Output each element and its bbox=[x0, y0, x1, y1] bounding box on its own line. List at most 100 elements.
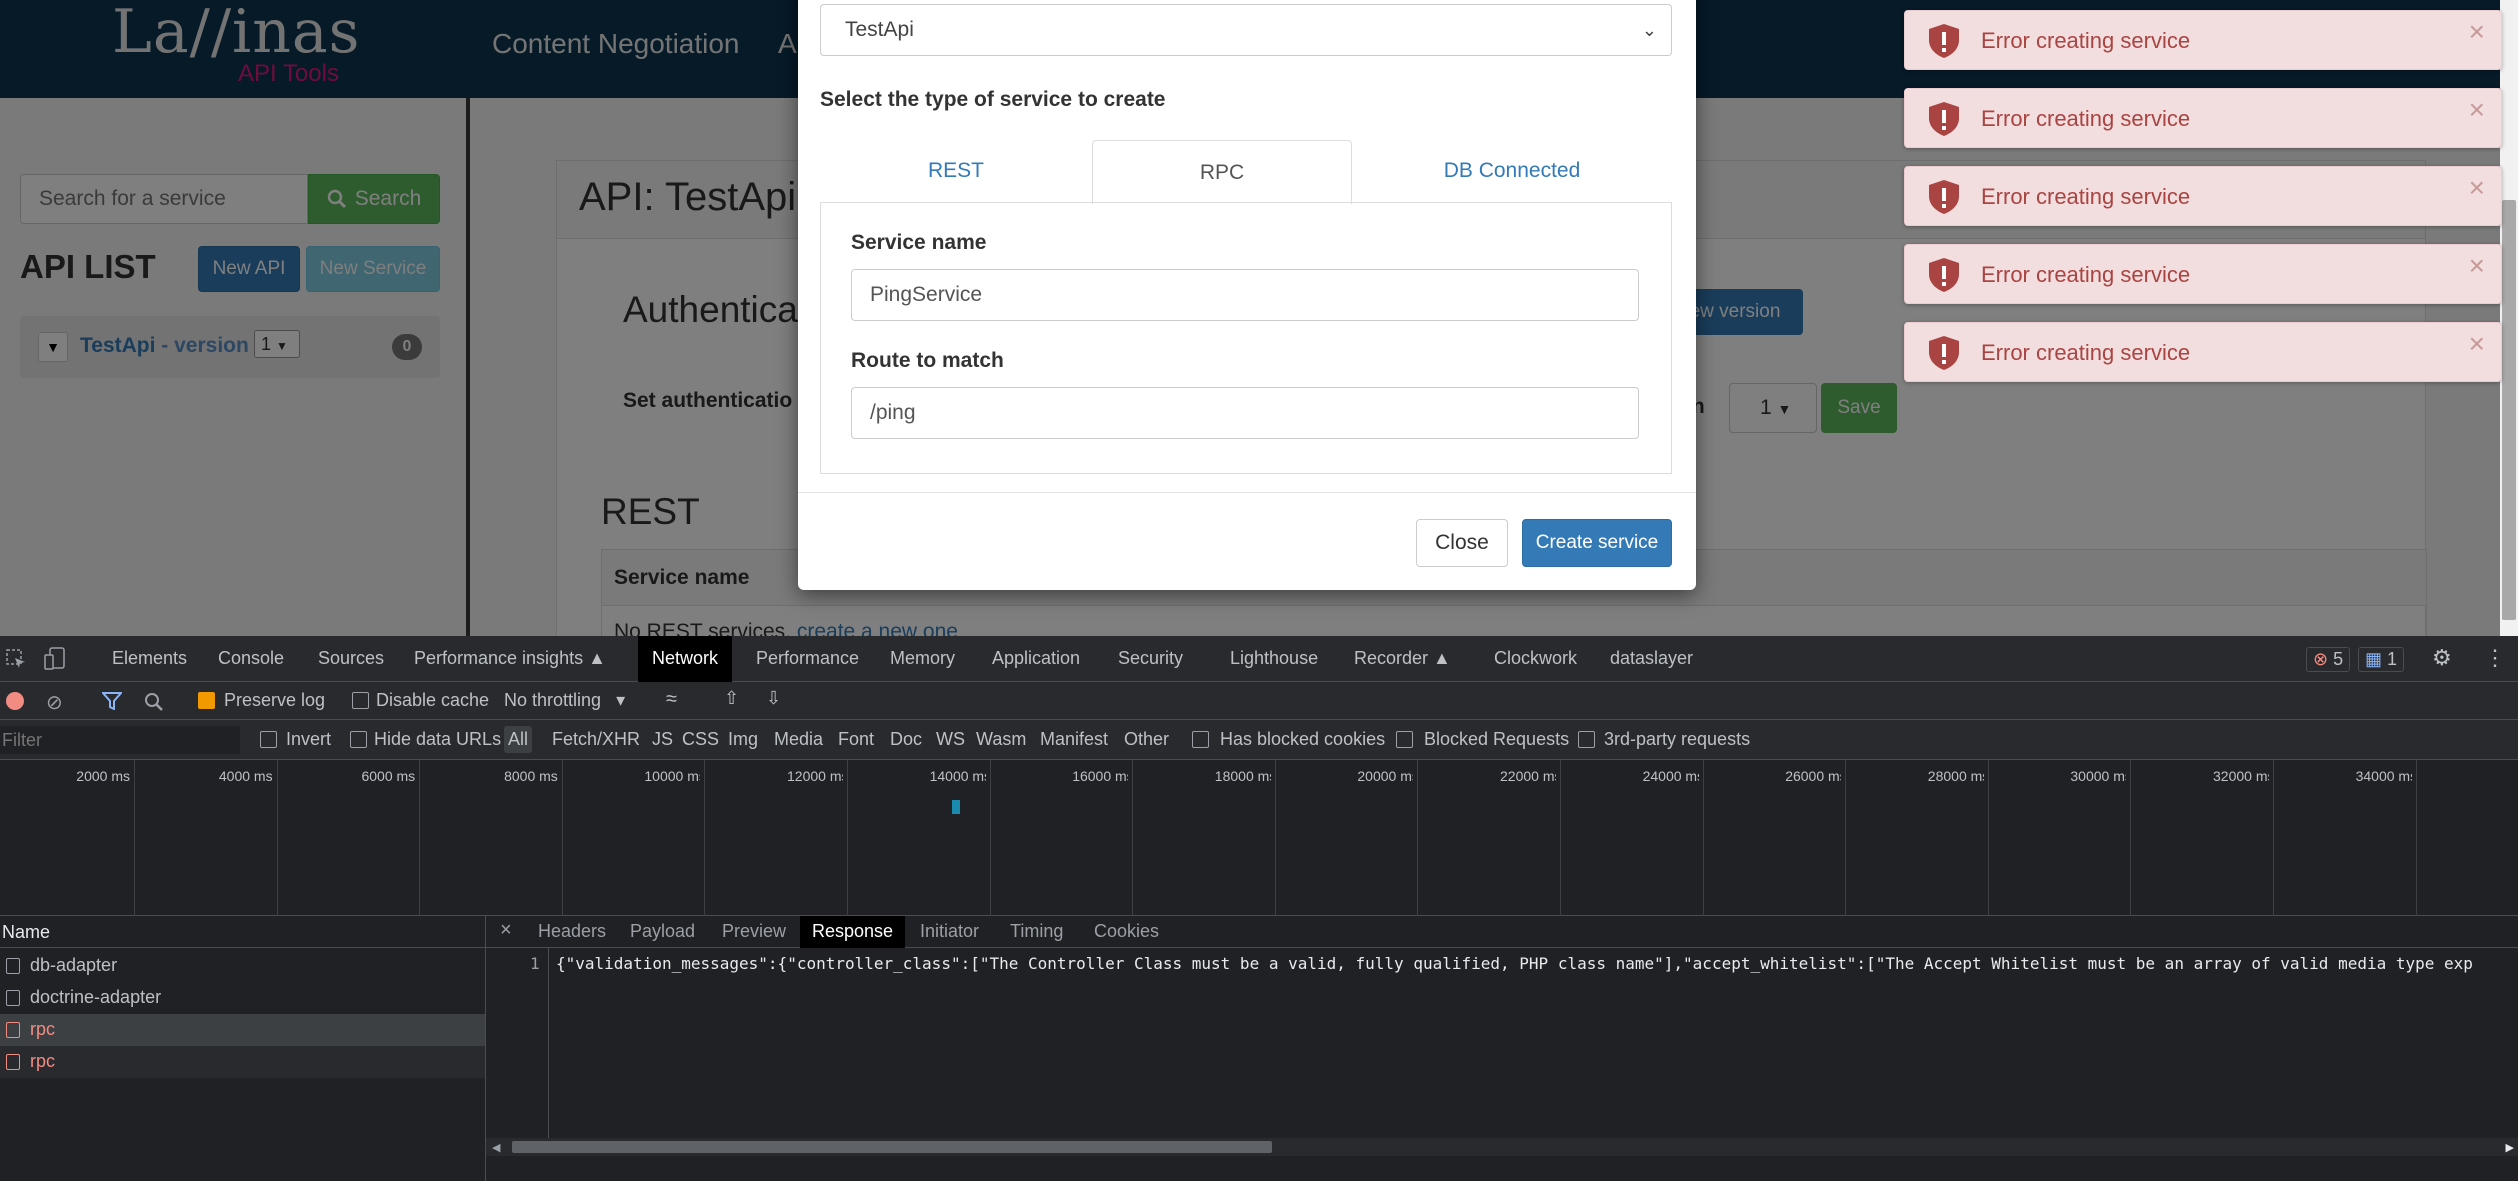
tab-performance[interactable]: Performance bbox=[756, 648, 859, 669]
tab-console[interactable]: Console bbox=[218, 648, 284, 669]
horizontal-scrollbar[interactable]: ◀ ▶ bbox=[486, 1138, 2518, 1156]
network-conditions-icon[interactable]: ≈ bbox=[666, 688, 677, 711]
flask-icon: ▲ bbox=[588, 648, 606, 668]
tab-preview[interactable]: Preview bbox=[722, 921, 786, 942]
tab-memory[interactable]: Memory bbox=[890, 648, 955, 669]
request-row-error[interactable]: rpc bbox=[0, 1046, 485, 1078]
filter-type-wasm[interactable]: Wasm bbox=[976, 729, 1026, 750]
throttling-select[interactable]: No throttling ▾ bbox=[504, 690, 625, 711]
scroll-right-icon[interactable]: ▶ bbox=[2506, 1141, 2514, 1154]
flask-icon: ▲ bbox=[1433, 648, 1451, 668]
network-timeline[interactable]: 2000 ms 4000 ms 6000 ms 8000 ms 10000 ms 1200… bbox=[0, 760, 2518, 916]
device-toolbar-icon[interactable] bbox=[44, 647, 66, 671]
filter-type-manifest[interactable]: Manifest bbox=[1040, 729, 1108, 750]
route-input[interactable] bbox=[851, 387, 1639, 439]
filter-icon[interactable] bbox=[102, 692, 122, 710]
hide-data-urls-checkbox[interactable] bbox=[350, 731, 367, 748]
filter-input[interactable] bbox=[0, 726, 240, 754]
upload-icon[interactable]: ⇧ bbox=[724, 688, 739, 709]
invert-checkbox[interactable] bbox=[260, 731, 277, 748]
filter-type-js[interactable]: JS bbox=[652, 729, 673, 750]
tab-sources[interactable]: Sources bbox=[318, 648, 384, 669]
third-party-requests-checkbox[interactable] bbox=[1578, 731, 1595, 748]
filter-type-doc[interactable]: Doc bbox=[890, 729, 922, 750]
page-scrollbar[interactable] bbox=[2500, 0, 2518, 636]
timeline-tick-label: 22000 ms bbox=[1500, 768, 1556, 784]
close-icon[interactable]: × bbox=[2469, 95, 2485, 125]
message-counter[interactable]: ▦ 1 bbox=[2358, 647, 2405, 672]
tab-db-connected[interactable]: DB Connected bbox=[1382, 140, 1642, 202]
tab-clockwork[interactable]: Clockwork bbox=[1494, 648, 1577, 669]
search-icon[interactable] bbox=[144, 692, 164, 712]
tab-network[interactable]: Network bbox=[638, 636, 733, 682]
tab-rest[interactable]: REST bbox=[826, 140, 1086, 202]
scrollbar-thumb[interactable] bbox=[512, 1141, 1272, 1153]
tab-headers[interactable]: Headers bbox=[538, 921, 606, 942]
download-icon[interactable]: ⇩ bbox=[766, 688, 781, 709]
modal-footer: Close Create service bbox=[798, 492, 1696, 590]
request-row[interactable]: doctrine-adapter bbox=[0, 982, 485, 1014]
request-row-error[interactable]: rpc bbox=[0, 1014, 485, 1046]
timeline-tick-label: 30000 ms bbox=[2070, 768, 2127, 784]
tab-application[interactable]: Application bbox=[992, 648, 1080, 669]
close-button[interactable]: Close bbox=[1416, 519, 1508, 567]
close-icon[interactable]: × bbox=[2469, 329, 2485, 359]
tab-response[interactable]: Response bbox=[800, 916, 906, 948]
service-name-input[interactable] bbox=[851, 269, 1639, 321]
close-icon[interactable]: × bbox=[2469, 251, 2485, 281]
error-toast: Error creating service × bbox=[1904, 88, 2502, 148]
tab-security[interactable]: Security bbox=[1118, 648, 1183, 669]
filter-type-font[interactable]: Font bbox=[838, 729, 874, 750]
preserve-log-checkbox[interactable] bbox=[198, 692, 215, 709]
tab-timing[interactable]: Timing bbox=[1010, 921, 1063, 942]
tab-payload[interactable]: Payload bbox=[630, 921, 695, 942]
response-body[interactable]: 1 {"validation_messages":{"controller_cl… bbox=[486, 952, 2518, 976]
inspect-element-icon[interactable] bbox=[6, 649, 26, 669]
filter-type-media[interactable]: Media bbox=[774, 729, 823, 750]
gear-icon[interactable]: ⚙ bbox=[2432, 645, 2452, 671]
close-icon[interactable]: × bbox=[500, 919, 512, 942]
filter-type-fetch-xhr[interactable]: Fetch/XHR bbox=[552, 729, 640, 750]
timeline-gridline bbox=[2273, 760, 2274, 916]
error-toast: Error creating service × bbox=[1904, 166, 2502, 226]
timeline-tick-label: 16000 ms bbox=[1072, 768, 1129, 784]
close-icon[interactable]: × bbox=[2469, 17, 2485, 47]
filter-type-other[interactable]: Other bbox=[1124, 729, 1169, 750]
record-icon[interactable] bbox=[6, 692, 24, 710]
create-service-button[interactable]: Create service bbox=[1522, 519, 1672, 567]
clear-icon[interactable]: ⊘ bbox=[46, 690, 63, 715]
request-name: rpc bbox=[30, 1051, 56, 1071]
route-label: Route to match bbox=[851, 349, 1004, 372]
has-blocked-cookies-label: Has blocked cookies bbox=[1220, 729, 1386, 749]
filter-type-all[interactable]: All bbox=[504, 726, 533, 753]
name-column-header[interactable]: Name bbox=[2, 922, 50, 943]
close-icon[interactable]: × bbox=[2469, 173, 2485, 203]
scroll-left-icon[interactable]: ◀ bbox=[492, 1141, 500, 1154]
filter-type-img[interactable]: Img bbox=[728, 729, 758, 750]
api-select[interactable]: TestApi ⌄ bbox=[820, 4, 1672, 56]
blocked-requests-checkbox[interactable] bbox=[1396, 731, 1413, 748]
timeline-tick-label: 14000 ms bbox=[929, 768, 986, 784]
scrollbar-thumb[interactable] bbox=[2502, 200, 2516, 620]
has-blocked-cookies-checkbox[interactable] bbox=[1192, 731, 1209, 748]
tab-lighthouse[interactable]: Lighthouse bbox=[1230, 648, 1318, 669]
tab-initiator[interactable]: Initiator bbox=[920, 921, 979, 942]
toast-message: Error creating service bbox=[1981, 106, 2191, 131]
tab-cookies[interactable]: Cookies bbox=[1094, 921, 1159, 942]
request-row[interactable]: db-adapter bbox=[0, 950, 485, 982]
error-counter[interactable]: ⊗ 5 bbox=[2306, 647, 2351, 672]
tab-rpc[interactable]: RPC bbox=[1092, 140, 1352, 204]
tab-recorder[interactable]: Recorder ▲ bbox=[1354, 648, 1451, 669]
tab-dataslayer[interactable]: dataslayer bbox=[1610, 648, 1693, 669]
service-type-label: Select the type of service to create bbox=[820, 88, 1166, 111]
filter-type-css[interactable]: CSS bbox=[682, 729, 719, 750]
line-gutter bbox=[548, 948, 549, 1148]
tab-elements[interactable]: Elements bbox=[112, 648, 187, 669]
timeline-gridline bbox=[1132, 760, 1134, 916]
filter-type-ws[interactable]: WS bbox=[936, 729, 965, 750]
disable-cache-checkbox[interactable] bbox=[352, 692, 369, 709]
tab-performance-insights[interactable]: Performance insights ▲ bbox=[414, 648, 606, 669]
toast-message: Error creating service bbox=[1981, 28, 2191, 53]
request-type-icon bbox=[6, 958, 20, 974]
more-options-icon[interactable]: ⋮ bbox=[2484, 645, 2506, 671]
